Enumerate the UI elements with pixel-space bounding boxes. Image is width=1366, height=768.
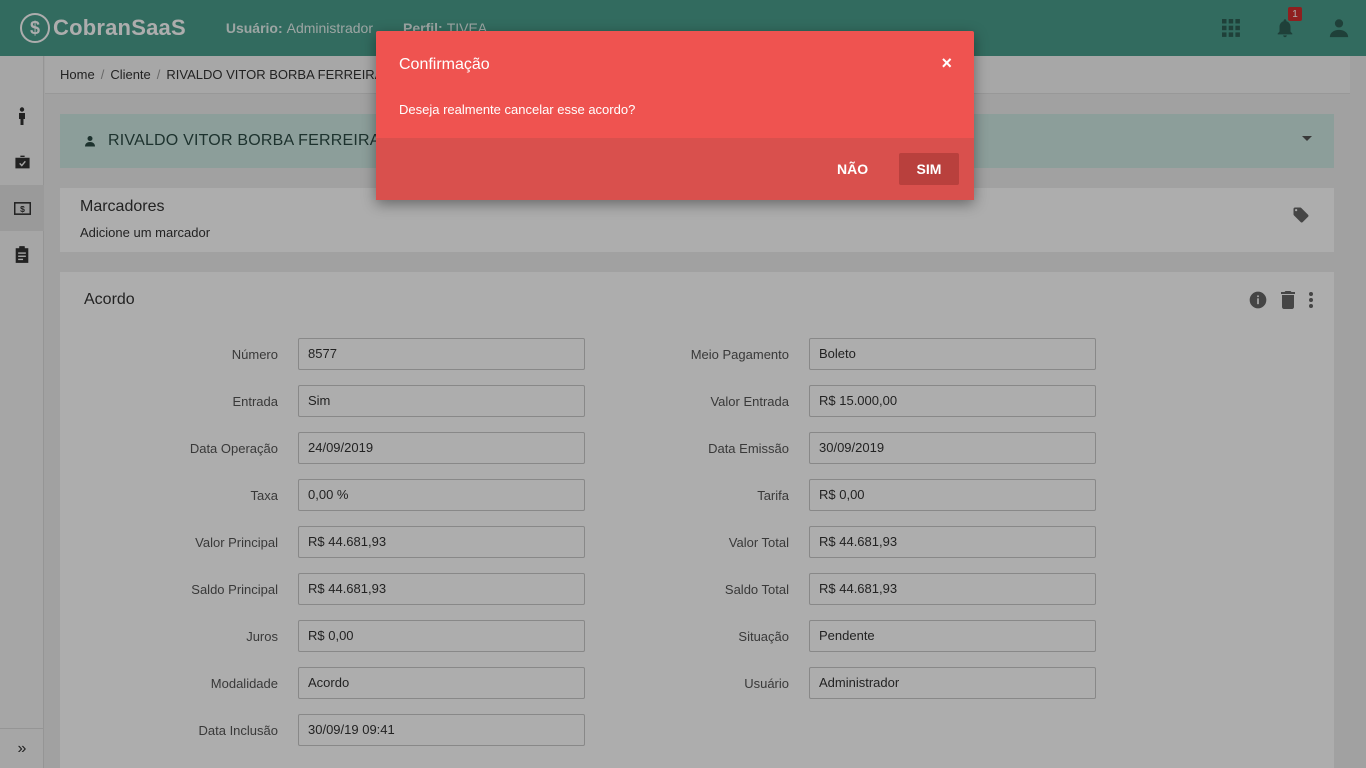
close-icon[interactable]: × [941, 53, 952, 74]
dialog-title: Confirmação [399, 56, 490, 73]
dialog-footer: NÃO SIM [376, 138, 974, 200]
cancel-button[interactable]: NÃO [821, 153, 884, 185]
confirmation-dialog: Confirmação × Deseja realmente cancelar … [376, 31, 974, 200]
confirm-button[interactable]: SIM [899, 153, 959, 185]
dialog-message: Deseja realmente cancelar esse acordo? [399, 102, 636, 117]
